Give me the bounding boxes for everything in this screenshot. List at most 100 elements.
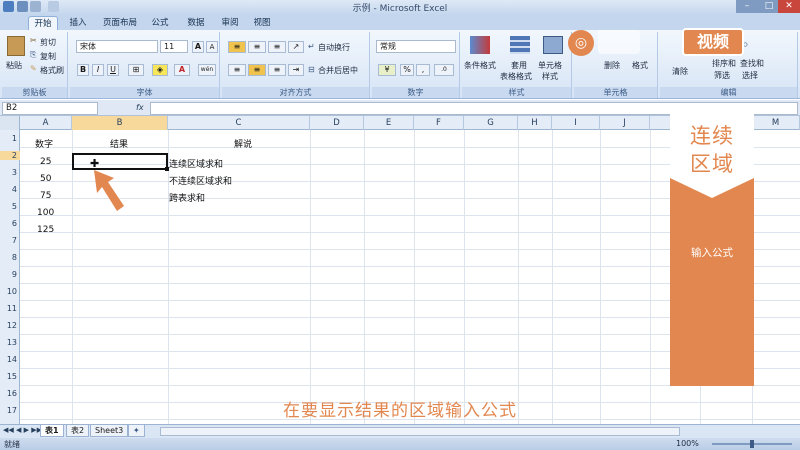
font-size-select[interactable]: 11	[160, 40, 188, 53]
cell-C4[interactable]: 跨表求和	[169, 191, 205, 204]
column-header-A[interactable]: A	[20, 116, 72, 130]
tab-formulas[interactable]: 公式	[146, 16, 174, 30]
align-top-icon[interactable]: ≡	[228, 41, 246, 53]
number-format-select[interactable]: 常规	[376, 40, 456, 53]
align-right-icon[interactable]: ≡	[268, 64, 286, 76]
tab-page-layout[interactable]: 页面布局	[100, 16, 140, 30]
bold-button[interactable]: B	[77, 64, 89, 76]
clear-button[interactable]: 清除	[672, 66, 688, 77]
column-header-H[interactable]: H	[518, 116, 552, 130]
cell-B1[interactable]: 结果	[110, 137, 128, 150]
format-painter-icon[interactable]: ✎	[30, 64, 37, 73]
sort-filter-label-2[interactable]: 筛选	[714, 70, 730, 81]
table-format-label-2[interactable]: 表格格式	[500, 71, 532, 82]
row-header-12[interactable]: 12	[0, 321, 20, 330]
column-header-J[interactable]: J	[600, 116, 650, 130]
column-header-G[interactable]: G	[464, 116, 518, 130]
cell-styles-icon[interactable]	[543, 36, 563, 54]
tab-home[interactable]: 开始	[28, 16, 58, 30]
tab-data[interactable]: 数据	[182, 16, 210, 30]
find-select-label-2[interactable]: 选择	[742, 70, 758, 81]
row-header-13[interactable]: 13	[0, 338, 20, 347]
cell-A4[interactable]: 75	[40, 191, 51, 201]
row-header-7[interactable]: 7	[0, 236, 20, 245]
orientation-icon[interactable]: ↗	[288, 41, 304, 53]
zoom-slider-thumb[interactable]	[750, 440, 754, 448]
cell-C2[interactable]: 连续区域求和	[169, 157, 223, 170]
fill-handle[interactable]	[165, 167, 169, 171]
row-header-11[interactable]: 11	[0, 304, 20, 313]
row-header-15[interactable]: 15	[0, 372, 20, 381]
border-button[interactable]: ⊞	[128, 64, 144, 76]
row-header-6[interactable]: 6	[0, 219, 20, 228]
row-header-1[interactable]: 1	[0, 134, 20, 143]
cut-button[interactable]: 剪切	[40, 37, 56, 48]
format-painter-button[interactable]: 格式刷	[40, 65, 64, 76]
new-sheet-icon[interactable]: ✦	[128, 425, 145, 437]
copy-button[interactable]: 复制	[40, 51, 56, 62]
sheet-tab-3[interactable]: Sheet3	[90, 425, 129, 437]
table-format-label-1[interactable]: 套用	[511, 60, 527, 71]
sheet-tab-2[interactable]: 表2	[66, 425, 90, 437]
indent-icon[interactable]: ⇥	[288, 64, 304, 76]
conditional-format-icon[interactable]	[470, 36, 490, 54]
cell-A5[interactable]: 100	[37, 208, 54, 218]
column-header-M[interactable]: M	[752, 116, 800, 130]
underline-button[interactable]: U	[107, 64, 119, 76]
comma-button[interactable]: ,	[416, 64, 430, 76]
font-name-select[interactable]: 宋体	[76, 40, 158, 53]
column-header-F[interactable]: F	[414, 116, 464, 130]
cell-A6[interactable]: 125	[37, 225, 54, 235]
column-header-E[interactable]: E	[364, 116, 414, 130]
conditional-format-button[interactable]: 条件格式	[464, 60, 496, 71]
tab-review[interactable]: 审阅	[216, 16, 244, 30]
cell-A3[interactable]: 50	[40, 174, 51, 184]
row-header-3[interactable]: 3	[0, 168, 20, 177]
cut-icon[interactable]: ✂	[30, 36, 37, 45]
paste-button-label[interactable]: 粘贴	[6, 60, 22, 71]
find-select-label-1[interactable]: 查找和	[740, 58, 764, 69]
row-header-5[interactable]: 5	[0, 202, 20, 211]
minimize-button[interactable]: –	[736, 0, 758, 13]
grow-font-button[interactable]: A	[192, 41, 204, 53]
row-header-17[interactable]: 17	[0, 406, 20, 415]
align-middle-icon[interactable]: ≡	[248, 41, 266, 53]
horizontal-scrollbar[interactable]	[160, 427, 680, 436]
cell-C3[interactable]: 不连续区域求和	[169, 174, 232, 187]
align-bottom-icon[interactable]: ≡	[268, 41, 286, 53]
cell-C1[interactable]: 解说	[234, 137, 252, 150]
row-header-16[interactable]: 16	[0, 389, 20, 398]
cell-A2[interactable]: 25	[40, 157, 51, 167]
paste-icon[interactable]	[7, 36, 25, 56]
currency-icon[interactable]: ¥	[378, 64, 396, 76]
tab-view[interactable]: 视图	[248, 16, 276, 30]
column-header-B[interactable]: B	[72, 116, 168, 130]
column-header-D[interactable]: D	[310, 116, 364, 130]
shrink-font-button[interactable]: A	[206, 41, 218, 53]
name-box[interactable]: B2	[2, 102, 98, 115]
sheet-nav-arrows-icon[interactable]: ◀◀ ◀ ▶ ▶▶	[3, 426, 42, 434]
format-cells-button[interactable]: 格式	[632, 60, 648, 71]
row-header-9[interactable]: 9	[0, 270, 20, 279]
row-header-4[interactable]: 4	[0, 185, 20, 194]
cell-styles-label-1[interactable]: 单元格	[538, 60, 562, 71]
table-format-icon[interactable]	[510, 36, 530, 54]
align-center-icon[interactable]: ≡	[248, 64, 266, 76]
italic-button[interactable]: I	[92, 64, 104, 76]
close-button[interactable]: ✕	[778, 0, 800, 13]
column-header-C[interactable]: C	[168, 116, 310, 130]
maximize-button[interactable]: □	[758, 0, 780, 13]
percent-button[interactable]: %	[400, 64, 414, 76]
sort-filter-label-1[interactable]: 排序和	[712, 58, 736, 69]
column-header-I[interactable]: I	[552, 116, 600, 130]
row-header-8[interactable]: 8	[0, 253, 20, 262]
row-header-14[interactable]: 14	[0, 355, 20, 364]
row-header-10[interactable]: 10	[0, 287, 20, 296]
fill-color-icon[interactable]: ◈	[152, 64, 168, 76]
font-color-button[interactable]: A	[174, 64, 190, 76]
merge-icon[interactable]: ⊟	[308, 65, 315, 74]
decimal-icon[interactable]: .0	[434, 64, 454, 76]
wrap-text-icon[interactable]: ↵	[308, 42, 315, 51]
phonetic-button[interactable]: wén	[198, 64, 216, 76]
insert-function-button[interactable]: fx	[136, 103, 144, 112]
